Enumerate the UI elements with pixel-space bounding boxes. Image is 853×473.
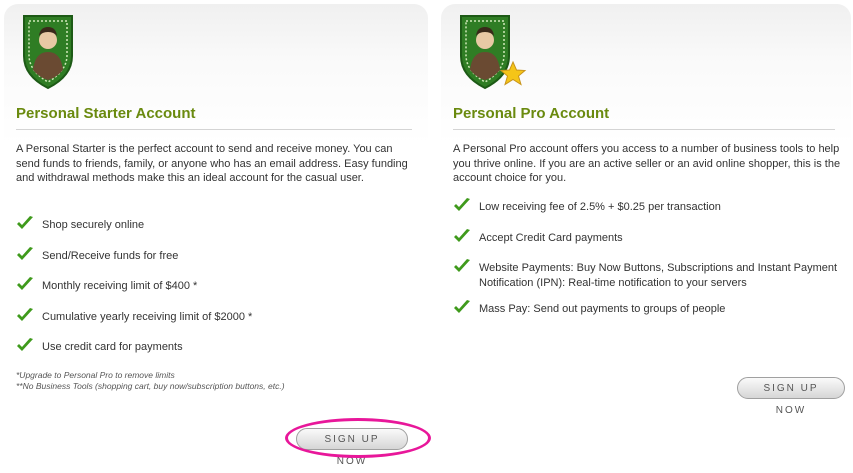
starter-sign-up-button[interactable]: SIGN UP NOW <box>296 428 408 467</box>
checkmark-icon <box>454 300 470 313</box>
personal-pro-card: Personal Pro Account A Personal Pro acco… <box>441 4 851 424</box>
checkmark-icon <box>454 259 470 272</box>
user-shield-icon <box>23 15 73 90</box>
feature-item: Low receiving fee of 2.5% + $0.25 per tr… <box>453 198 839 215</box>
feature-item: Accept Credit Card payments <box>453 228 839 246</box>
feature-text: Accept Credit Card payments <box>479 231 623 244</box>
plan-description: A Personal Starter is the perfect accoun… <box>16 143 408 184</box>
feature-text: Cumulative yearly receiving limit of $20… <box>42 310 253 323</box>
checkmark-icon <box>454 228 470 242</box>
checkmark-icon <box>454 198 470 211</box>
personal-starter-card: Personal Starter Account A Personal Star… <box>4 4 428 450</box>
footnote: **No Business Tools (shopping cart, buy … <box>16 381 285 391</box>
checkmark-icon <box>17 277 33 290</box>
footnotes: *Upgrade to Personal Pro to remove limit… <box>16 370 285 392</box>
checkmark-icon <box>17 307 33 321</box>
footnote: *Upgrade to Personal Pro to remove limit… <box>16 370 175 380</box>
title-divider <box>453 129 835 130</box>
feature-text: Shop securely online <box>42 219 145 231</box>
feature-item: Website Payments: Buy Now Buttons, Subsc… <box>453 259 839 290</box>
user-shield-icon <box>460 15 527 90</box>
feature-text: Monthly receiving limit of $400 * <box>42 280 198 292</box>
feature-list: Shop securely online Send/Receive funds … <box>16 216 402 371</box>
feature-item: Monthly receiving limit of $400 * <box>16 277 402 310</box>
plan-title: Personal Starter Account <box>16 105 196 122</box>
pro-sign-up-button[interactable]: SIGN UP NOW <box>737 377 845 416</box>
feature-text: Website Payments: Buy Now Buttons, Subsc… <box>479 262 838 289</box>
checkmark-icon <box>17 216 33 229</box>
feature-list: Low receiving fee of 2.5% + $0.25 per tr… <box>453 198 839 333</box>
feature-item: Shop securely online <box>16 216 402 249</box>
feature-text: Low receiving fee of 2.5% + $0.25 per tr… <box>479 201 721 213</box>
feature-item: Send/Receive funds for free <box>16 246 402 280</box>
plan-title: Personal Pro Account <box>453 105 610 122</box>
feature-item: Use credit card for payments <box>16 338 402 371</box>
plan-description: A Personal Pro account offers you access… <box>453 143 841 184</box>
feature-text: Use credit card for payments <box>42 341 183 353</box>
checkmark-icon <box>17 246 33 260</box>
feature-item: Cumulative yearly receiving limit of $20… <box>16 307 402 341</box>
title-divider <box>16 129 412 130</box>
feature-text: Mass Pay: Send out payments to groups of… <box>479 303 726 315</box>
feature-text: Send/Receive funds for free <box>42 249 179 262</box>
checkmark-icon <box>17 338 33 351</box>
feature-item: Mass Pay: Send out payments to groups of… <box>453 300 839 317</box>
